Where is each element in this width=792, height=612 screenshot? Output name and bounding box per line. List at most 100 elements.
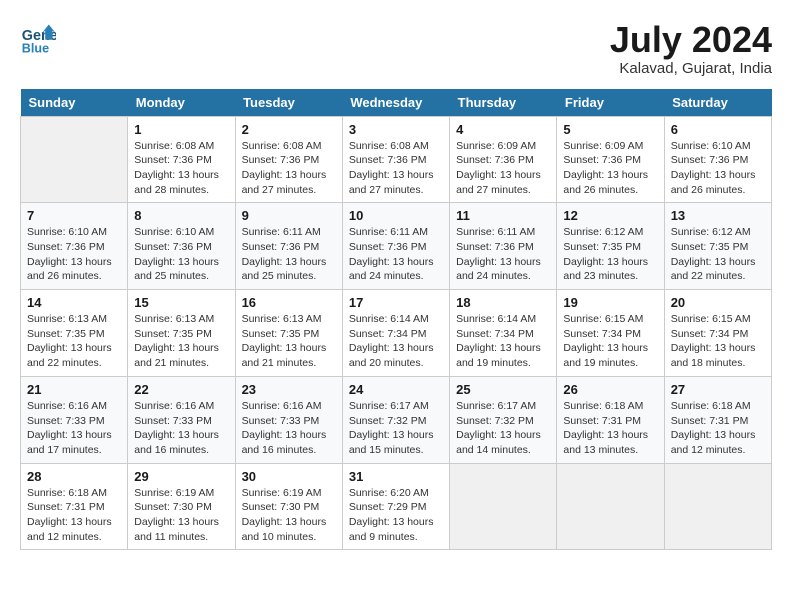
- calendar-cell: 21 Sunrise: 6:16 AMSunset: 7:33 PMDayligh…: [21, 376, 128, 463]
- day-info: Sunrise: 6:09 AMSunset: 7:36 PMDaylight:…: [563, 139, 657, 198]
- week-row-4: 21 Sunrise: 6:16 AMSunset: 7:33 PMDayligh…: [21, 376, 772, 463]
- calendar-cell: [664, 463, 771, 550]
- column-header-sunday: Sunday: [21, 89, 128, 117]
- day-number: 25: [456, 382, 550, 397]
- day-info: Sunrise: 6:18 AMSunset: 7:31 PMDaylight:…: [27, 486, 121, 545]
- day-number: 27: [671, 382, 765, 397]
- calendar-cell: 22 Sunrise: 6:16 AMSunset: 7:33 PMDayligh…: [128, 376, 235, 463]
- calendar-cell: 14 Sunrise: 6:13 AMSunset: 7:35 PMDayligh…: [21, 290, 128, 377]
- calendar-cell: 29 Sunrise: 6:19 AMSunset: 7:30 PMDayligh…: [128, 463, 235, 550]
- day-number: 23: [242, 382, 336, 397]
- calendar-cell: 7 Sunrise: 6:10 AMSunset: 7:36 PMDaylight…: [21, 203, 128, 290]
- calendar-cell: 12 Sunrise: 6:12 AMSunset: 7:35 PMDayligh…: [557, 203, 664, 290]
- day-number: 17: [349, 295, 443, 310]
- day-number: 8: [134, 208, 228, 223]
- day-number: 5: [563, 122, 657, 137]
- day-info: Sunrise: 6:15 AMSunset: 7:34 PMDaylight:…: [671, 312, 765, 371]
- calendar-cell: 18 Sunrise: 6:14 AMSunset: 7:34 PMDayligh…: [450, 290, 557, 377]
- day-number: 15: [134, 295, 228, 310]
- calendar-cell: 15 Sunrise: 6:13 AMSunset: 7:35 PMDayligh…: [128, 290, 235, 377]
- day-number: 16: [242, 295, 336, 310]
- calendar-table: SundayMondayTuesdayWednesdayThursdayFrid…: [20, 89, 772, 551]
- calendar-cell: 26 Sunrise: 6:18 AMSunset: 7:31 PMDayligh…: [557, 376, 664, 463]
- day-info: Sunrise: 6:19 AMSunset: 7:30 PMDaylight:…: [134, 486, 228, 545]
- day-info: Sunrise: 6:14 AMSunset: 7:34 PMDaylight:…: [456, 312, 550, 371]
- day-number: 26: [563, 382, 657, 397]
- day-info: Sunrise: 6:17 AMSunset: 7:32 PMDaylight:…: [349, 399, 443, 458]
- day-info: Sunrise: 6:08 AMSunset: 7:36 PMDaylight:…: [242, 139, 336, 198]
- column-header-tuesday: Tuesday: [235, 89, 342, 117]
- day-info: Sunrise: 6:16 AMSunset: 7:33 PMDaylight:…: [242, 399, 336, 458]
- day-number: 1: [134, 122, 228, 137]
- day-number: 10: [349, 208, 443, 223]
- column-header-wednesday: Wednesday: [342, 89, 449, 117]
- day-number: 7: [27, 208, 121, 223]
- month-title: July 2024: [610, 20, 772, 60]
- day-number: 30: [242, 469, 336, 484]
- header-row: SundayMondayTuesdayWednesdayThursdayFrid…: [21, 89, 772, 117]
- day-info: Sunrise: 6:08 AMSunset: 7:36 PMDaylight:…: [349, 139, 443, 198]
- calendar-cell: 1Sunrise: 6:08 AMSunset: 7:36 PMDaylight…: [128, 116, 235, 203]
- day-info: Sunrise: 6:12 AMSunset: 7:35 PMDaylight:…: [563, 225, 657, 284]
- location-subtitle: Kalavad, Gujarat, India: [610, 60, 772, 77]
- day-number: 20: [671, 295, 765, 310]
- calendar-cell: 24 Sunrise: 6:17 AMSunset: 7:32 PMDayligh…: [342, 376, 449, 463]
- calendar-cell: 23 Sunrise: 6:16 AMSunset: 7:33 PMDayligh…: [235, 376, 342, 463]
- day-info: Sunrise: 6:11 AMSunset: 7:36 PMDaylight:…: [456, 225, 550, 284]
- calendar-cell: 8 Sunrise: 6:10 AMSunset: 7:36 PMDaylight…: [128, 203, 235, 290]
- day-number: 31: [349, 469, 443, 484]
- day-info: Sunrise: 6:13 AMSunset: 7:35 PMDaylight:…: [134, 312, 228, 371]
- day-info: Sunrise: 6:11 AMSunset: 7:36 PMDaylight:…: [242, 225, 336, 284]
- calendar-cell: 4 Sunrise: 6:09 AMSunset: 7:36 PMDaylight…: [450, 116, 557, 203]
- day-info: Sunrise: 6:16 AMSunset: 7:33 PMDaylight:…: [27, 399, 121, 458]
- calendar-cell: 5 Sunrise: 6:09 AMSunset: 7:36 PMDaylight…: [557, 116, 664, 203]
- calendar-cell: 28 Sunrise: 6:18 AMSunset: 7:31 PMDayligh…: [21, 463, 128, 550]
- column-header-thursday: Thursday: [450, 89, 557, 117]
- calendar-cell: 11 Sunrise: 6:11 AMSunset: 7:36 PMDayligh…: [450, 203, 557, 290]
- calendar-cell: 6Sunrise: 6:10 AMSunset: 7:36 PMDaylight…: [664, 116, 771, 203]
- day-info: Sunrise: 6:12 AMSunset: 7:35 PMDaylight:…: [671, 225, 765, 284]
- day-info: Sunrise: 6:15 AMSunset: 7:34 PMDaylight:…: [563, 312, 657, 371]
- day-number: 14: [27, 295, 121, 310]
- calendar-cell: 19Sunrise: 6:15 AMSunset: 7:34 PMDayligh…: [557, 290, 664, 377]
- day-info: Sunrise: 6:17 AMSunset: 7:32 PMDaylight:…: [456, 399, 550, 458]
- calendar-cell: 3 Sunrise: 6:08 AMSunset: 7:36 PMDaylight…: [342, 116, 449, 203]
- column-header-friday: Friday: [557, 89, 664, 117]
- week-row-2: 7 Sunrise: 6:10 AMSunset: 7:36 PMDaylight…: [21, 203, 772, 290]
- day-number: 12: [563, 208, 657, 223]
- day-number: 29: [134, 469, 228, 484]
- calendar-cell: 16Sunrise: 6:13 AMSunset: 7:35 PMDayligh…: [235, 290, 342, 377]
- calendar-cell: [450, 463, 557, 550]
- title-block: July 2024 Kalavad, Gujarat, India: [610, 20, 772, 77]
- column-header-monday: Monday: [128, 89, 235, 117]
- column-header-saturday: Saturday: [664, 89, 771, 117]
- calendar-cell: 17Sunrise: 6:14 AMSunset: 7:34 PMDayligh…: [342, 290, 449, 377]
- day-number: 22: [134, 382, 228, 397]
- day-info: Sunrise: 6:19 AMSunset: 7:30 PMDaylight:…: [242, 486, 336, 545]
- day-number: 4: [456, 122, 550, 137]
- day-number: 24: [349, 382, 443, 397]
- week-row-1: 1 Sunrise: 6:08 AMSunset: 7:36 PMDaylight…: [21, 116, 772, 203]
- day-number: 13: [671, 208, 765, 223]
- day-number: 28: [27, 469, 121, 484]
- day-info: Sunrise: 6:10 AMSunset: 7:36 PMDaylight:…: [27, 225, 121, 284]
- calendar-cell: 2Sunrise: 6:08 AMSunset: 7:36 PMDaylight…: [235, 116, 342, 203]
- day-info: Sunrise: 6:18 AMSunset: 7:31 PMDaylight:…: [563, 399, 657, 458]
- day-number: 18: [456, 295, 550, 310]
- day-number: 21: [27, 382, 121, 397]
- logo: General Blue: [20, 20, 56, 56]
- page-header: General Blue July 2024 Kalavad, Gujarat,…: [20, 20, 772, 77]
- calendar-cell: 20 Sunrise: 6:15 AMSunset: 7:34 PMDayligh…: [664, 290, 771, 377]
- day-number: 3: [349, 122, 443, 137]
- day-info: Sunrise: 6:09 AMSunset: 7:36 PMDaylight:…: [456, 139, 550, 198]
- day-info: Sunrise: 6:16 AMSunset: 7:33 PMDaylight:…: [134, 399, 228, 458]
- day-info: Sunrise: 6:13 AMSunset: 7:35 PMDaylight:…: [27, 312, 121, 371]
- calendar-cell: 25 Sunrise: 6:17 AMSunset: 7:32 PMDayligh…: [450, 376, 557, 463]
- calendar-cell: 31Sunrise: 6:20 AMSunset: 7:29 PMDayligh…: [342, 463, 449, 550]
- calendar-cell: 27 Sunrise: 6:18 AMSunset: 7:31 PMDayligh…: [664, 376, 771, 463]
- day-number: 11: [456, 208, 550, 223]
- week-row-3: 14 Sunrise: 6:13 AMSunset: 7:35 PMDayligh…: [21, 290, 772, 377]
- day-info: Sunrise: 6:18 AMSunset: 7:31 PMDaylight:…: [671, 399, 765, 458]
- calendar-cell: 9Sunrise: 6:11 AMSunset: 7:36 PMDaylight…: [235, 203, 342, 290]
- day-info: Sunrise: 6:10 AMSunset: 7:36 PMDaylight:…: [134, 225, 228, 284]
